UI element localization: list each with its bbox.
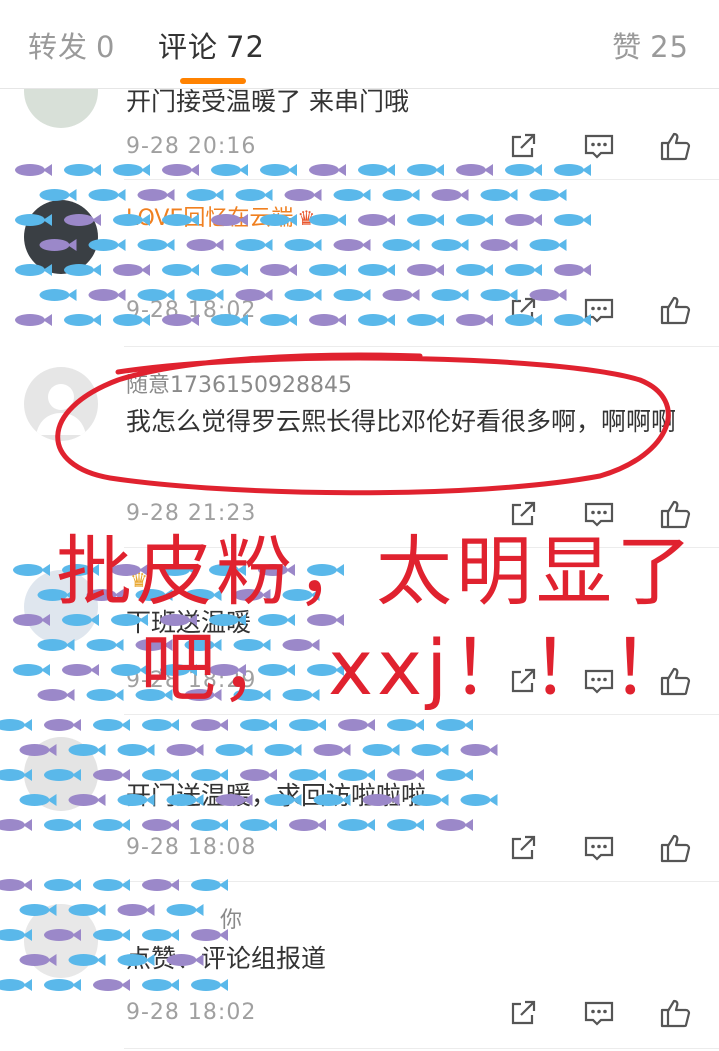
comment-icon[interactable] [582, 497, 616, 531]
active-tab-indicator [180, 78, 246, 84]
comment-time: 9-28 18:08 [126, 835, 257, 860]
share-icon[interactable] [506, 831, 540, 865]
comment-text: 下班送温暖 [126, 608, 252, 637]
comment-username-text: LOVE回忆在云端 [126, 206, 294, 231]
comment-text: 我怎么觉得罗云熙长得比邓伦好看很多啊，啊啊啊 [126, 407, 677, 436]
comment-item: LOVE回忆在云端 ♛ 9-28 18:02 [0, 180, 719, 346]
comment-item: 开门接受温暖了 来串门哦 9-28 20:16 [0, 89, 719, 179]
divider [124, 1048, 719, 1049]
tab-likes-label: 赞 [612, 30, 643, 64]
tab-repost-count: 0 [96, 30, 116, 64]
comment-text: 开门接受温暖了 来串门哦 [126, 89, 409, 116]
tab-comments-label: 评论 [158, 30, 219, 64]
tab-likes[interactable]: 赞 25 [612, 24, 689, 66]
avatar[interactable] [24, 570, 98, 644]
avatar[interactable] [24, 737, 98, 811]
comment-username[interactable]: 随意1736150928845 [126, 367, 352, 399]
tab-repost-label: 转发 [28, 30, 89, 64]
comment-time: 9-28 18:02 [126, 1000, 257, 1025]
thumbs-up-icon[interactable] [658, 293, 692, 327]
comment-time: 9-28 18:29 [126, 668, 257, 693]
avatar[interactable] [24, 200, 98, 274]
comment-text: 开门送温暖，求回访啦啦啦 [126, 781, 427, 810]
comment-time: 9-28 20:16 [126, 134, 257, 159]
tab-comments[interactable]: 评论 72 [158, 24, 265, 66]
comment-icon[interactable] [582, 996, 616, 1030]
thumbs-up-icon[interactable] [658, 831, 692, 865]
comment-icon[interactable] [582, 831, 616, 865]
comment-username[interactable]: ♛ [126, 568, 148, 593]
tab-comments-count: 72 [226, 30, 265, 64]
comment-username[interactable]: 你 [220, 902, 242, 934]
comment-list[interactable]: 开门接受温暖了 来串门哦 9-28 20:16 LOVE回忆在云端 ♛ 9-28 … [0, 89, 719, 1051]
thumbs-up-icon[interactable] [658, 497, 692, 531]
avatar[interactable] [24, 367, 98, 441]
comment-icon[interactable] [582, 293, 616, 327]
tab-likes-count: 25 [650, 30, 689, 64]
share-icon[interactable] [506, 293, 540, 327]
share-icon[interactable] [506, 497, 540, 531]
thumbs-up-icon[interactable] [658, 664, 692, 698]
crown-badge-icon: ♛ [297, 206, 316, 230]
comment-item: 开门送温暖，求回访啦啦啦 9-28 18:08 [0, 715, 719, 881]
comment-time: 9-28 21:23 [126, 501, 257, 526]
avatar[interactable] [24, 904, 98, 978]
avatar[interactable] [24, 89, 98, 128]
share-icon[interactable] [506, 129, 540, 163]
comment-item: 你 点赞、评论组报道 9-28 18:02 [0, 882, 719, 1048]
comment-icon[interactable] [582, 129, 616, 163]
comment-text: 点赞、评论组报道 [126, 944, 327, 973]
comment-username[interactable]: LOVE回忆在云端 ♛ [126, 200, 315, 232]
thumbs-up-icon[interactable] [658, 996, 692, 1030]
comment-item: ♛ 下班送温暖 9-28 18:29 [0, 548, 719, 714]
share-icon[interactable] [506, 996, 540, 1030]
comment-icon[interactable] [582, 664, 616, 698]
thumbs-up-icon[interactable] [658, 129, 692, 163]
default-avatar-icon [36, 384, 86, 435]
tab-bar: 转发 0 评论 72 赞 25 [0, 0, 719, 89]
tab-repost[interactable]: 转发 0 [28, 24, 115, 66]
crown-badge-icon: ♛ [130, 568, 148, 592]
comment-item: 随意1736150928845 我怎么觉得罗云熙长得比邓伦好看很多啊，啊啊啊 9… [0, 347, 719, 547]
share-icon[interactable] [506, 664, 540, 698]
comment-time: 9-28 18:02 [126, 298, 257, 323]
